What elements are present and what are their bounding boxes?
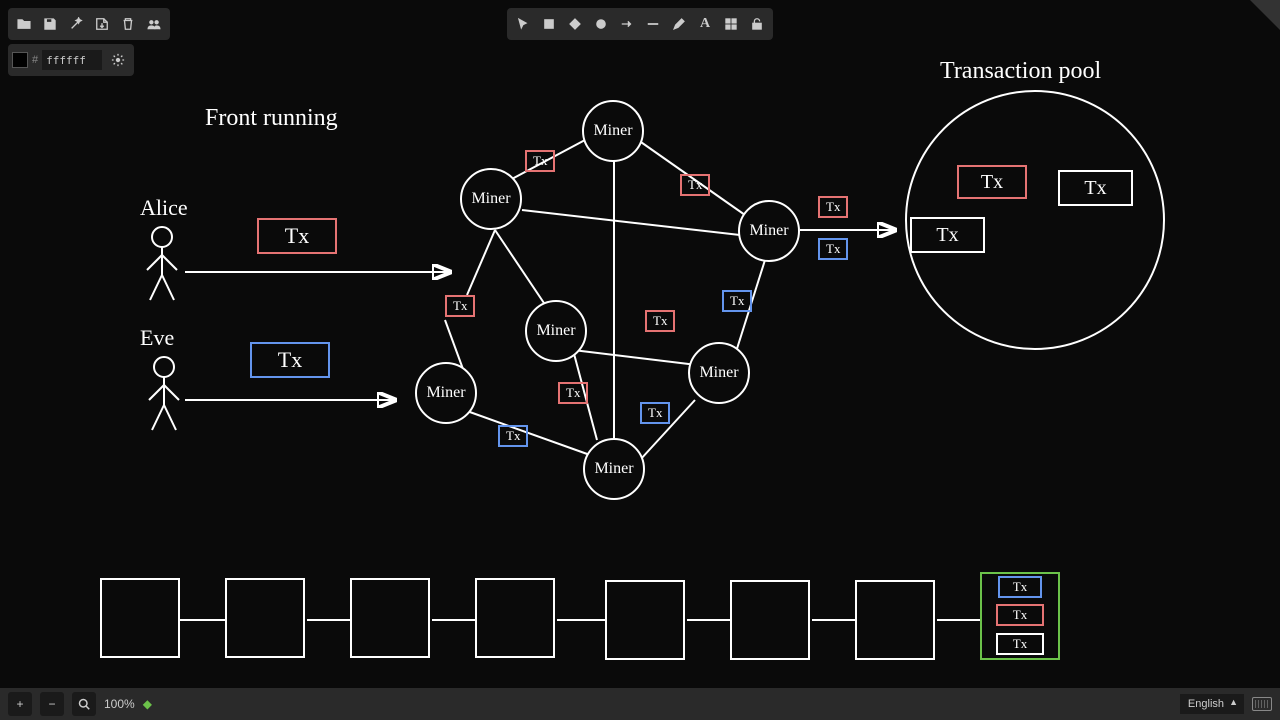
lock-tool[interactable] bbox=[745, 12, 769, 36]
language-label: English bbox=[1188, 698, 1224, 710]
pool-tx-2[interactable]: Tx bbox=[1058, 170, 1133, 206]
wizard-button[interactable] bbox=[64, 12, 88, 36]
circle-tool[interactable] bbox=[589, 12, 613, 36]
pool-title: Transaction pool bbox=[940, 58, 1101, 85]
net-tx-8[interactable]: Tx bbox=[558, 382, 588, 404]
zoom-fit-button[interactable] bbox=[72, 692, 96, 716]
eve-label: Eve bbox=[140, 325, 174, 351]
shield-icon: ◆ bbox=[143, 697, 152, 711]
arrow-tool[interactable] bbox=[615, 12, 639, 36]
zoom-level: 100% bbox=[104, 697, 135, 711]
keyboard-icon[interactable] bbox=[1252, 697, 1272, 711]
save-button[interactable] bbox=[38, 12, 62, 36]
net-tx-7[interactable]: Tx bbox=[645, 310, 675, 332]
color-hex-input[interactable] bbox=[42, 50, 102, 70]
miner-node-2[interactable]: Miner bbox=[460, 168, 522, 230]
line-tool[interactable] bbox=[641, 12, 665, 36]
net-tx-1[interactable]: Tx bbox=[525, 150, 555, 172]
page-corner-fold bbox=[1250, 0, 1280, 30]
block-tx-1: Tx bbox=[998, 576, 1042, 598]
text-tool[interactable]: A bbox=[693, 12, 717, 36]
block-tx-2: Tx bbox=[996, 604, 1044, 626]
export-button[interactable] bbox=[90, 12, 114, 36]
net-tx-3[interactable]: Tx bbox=[818, 196, 848, 218]
alice-label: Alice bbox=[140, 195, 188, 221]
toolbar-color: # bbox=[8, 44, 134, 76]
share-button[interactable] bbox=[142, 12, 166, 36]
language-select[interactable]: English ▲ bbox=[1180, 694, 1244, 714]
eve-figure bbox=[144, 355, 184, 435]
block-4[interactable] bbox=[475, 578, 555, 658]
block-6[interactable] bbox=[730, 580, 810, 660]
miner-node-1[interactable]: Miner bbox=[582, 100, 644, 162]
hash-label: # bbox=[32, 54, 38, 66]
block-1[interactable] bbox=[100, 578, 180, 658]
color-settings-button[interactable] bbox=[106, 48, 130, 72]
miner-node-6[interactable]: Miner bbox=[415, 362, 477, 424]
net-tx-9[interactable]: Tx bbox=[640, 402, 670, 424]
zoom-out-button[interactable]: − bbox=[40, 692, 64, 716]
open-button[interactable] bbox=[12, 12, 36, 36]
net-tx-4[interactable]: Tx bbox=[818, 238, 848, 260]
toolbar-file bbox=[8, 8, 170, 40]
pool-tx-1[interactable]: Tx bbox=[957, 165, 1027, 199]
diamond-tool[interactable] bbox=[563, 12, 587, 36]
select-tool[interactable] bbox=[511, 12, 535, 36]
pool-tx-3[interactable]: Tx bbox=[910, 217, 985, 253]
toolbar-tools: A bbox=[507, 8, 773, 40]
net-tx-10[interactable]: Tx bbox=[498, 425, 528, 447]
status-bar: + − 100% ◆ English ▲ bbox=[0, 688, 1280, 720]
net-tx-2[interactable]: Tx bbox=[680, 174, 710, 196]
rect-tool[interactable] bbox=[537, 12, 561, 36]
miner-node-7[interactable]: Miner bbox=[583, 438, 645, 500]
alice-figure bbox=[142, 225, 182, 305]
block-7[interactable] bbox=[855, 580, 935, 660]
delete-button[interactable] bbox=[116, 12, 140, 36]
miner-node-4[interactable]: Miner bbox=[525, 300, 587, 362]
block-5[interactable] bbox=[605, 580, 685, 660]
pen-tool[interactable] bbox=[667, 12, 691, 36]
color-swatch[interactable] bbox=[12, 52, 28, 68]
zoom-in-button[interactable]: + bbox=[8, 692, 32, 716]
net-tx-6[interactable]: Tx bbox=[722, 290, 752, 312]
diagram-title: Front running bbox=[205, 105, 338, 132]
net-tx-5[interactable]: Tx bbox=[445, 295, 475, 317]
miner-node-3[interactable]: Miner bbox=[738, 200, 800, 262]
miner-node-5[interactable]: Miner bbox=[688, 342, 750, 404]
block-3[interactable] bbox=[350, 578, 430, 658]
grid-tool[interactable] bbox=[719, 12, 743, 36]
alice-tx[interactable]: Tx bbox=[257, 218, 337, 254]
block-tx-3: Tx bbox=[996, 633, 1044, 655]
block-2[interactable] bbox=[225, 578, 305, 658]
eve-tx[interactable]: Tx bbox=[250, 342, 330, 378]
